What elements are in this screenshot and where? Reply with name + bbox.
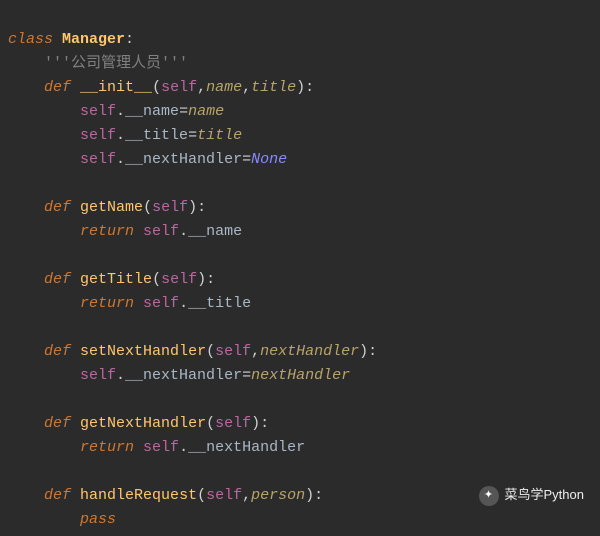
kw-def: def	[44, 79, 71, 96]
attr-title: __title	[188, 295, 251, 312]
param-nexthandler: nextHandler	[260, 343, 359, 360]
param-person: person	[251, 487, 305, 504]
val-title: title	[197, 127, 242, 144]
class-name: Manager	[62, 31, 125, 48]
self-ref: self	[80, 151, 116, 168]
fn-getname: getName	[80, 199, 143, 216]
param-title: title	[251, 79, 296, 96]
wechat-icon: ✦	[479, 486, 499, 506]
val-nexthandler: nextHandler	[251, 367, 350, 384]
fn-setnexthandler: setNextHandler	[80, 343, 206, 360]
val-name: name	[188, 103, 224, 120]
attr-name: __name	[125, 103, 179, 120]
fn-gettitle: getTitle	[80, 271, 152, 288]
code-block: class Manager: '''公司管理人员''' def __init__…	[0, 0, 600, 536]
kw-def: def	[44, 343, 71, 360]
kw-def: def	[44, 271, 71, 288]
self-ref: self	[80, 367, 116, 384]
docstring: '''公司管理人员'''	[44, 55, 188, 72]
kw-pass: pass	[80, 511, 116, 528]
attr-nexthandler: __nextHandler	[188, 439, 305, 456]
self-ref: self	[143, 223, 179, 240]
fn-handlerequest: handleRequest	[80, 487, 197, 504]
watermark-text: 菜鸟学Python	[505, 485, 584, 506]
kw-def: def	[44, 415, 71, 432]
kw-none: None	[251, 151, 287, 168]
param-self: self	[215, 415, 251, 432]
param-self: self	[161, 271, 197, 288]
self-ref: self	[80, 103, 116, 120]
self-ref: self	[80, 127, 116, 144]
self-ref: self	[143, 295, 179, 312]
kw-return: return	[80, 223, 134, 240]
kw-return: return	[80, 295, 134, 312]
attr-name: __name	[188, 223, 242, 240]
watermark: ✦ 菜鸟学Python	[479, 485, 584, 506]
kw-def: def	[44, 199, 71, 216]
param-self: self	[152, 199, 188, 216]
param-name: name	[206, 79, 242, 96]
attr-nexthandler: __nextHandler	[125, 151, 242, 168]
kw-def: def	[44, 487, 71, 504]
param-self: self	[215, 343, 251, 360]
kw-return: return	[80, 439, 134, 456]
fn-init: __init__	[80, 79, 152, 96]
kw-class: class	[8, 31, 53, 48]
param-self: self	[161, 79, 197, 96]
param-self: self	[206, 487, 242, 504]
attr-nexthandler: __nextHandler	[125, 367, 242, 384]
self-ref: self	[143, 439, 179, 456]
attr-title: __title	[125, 127, 188, 144]
fn-getnexthandler: getNextHandler	[80, 415, 206, 432]
